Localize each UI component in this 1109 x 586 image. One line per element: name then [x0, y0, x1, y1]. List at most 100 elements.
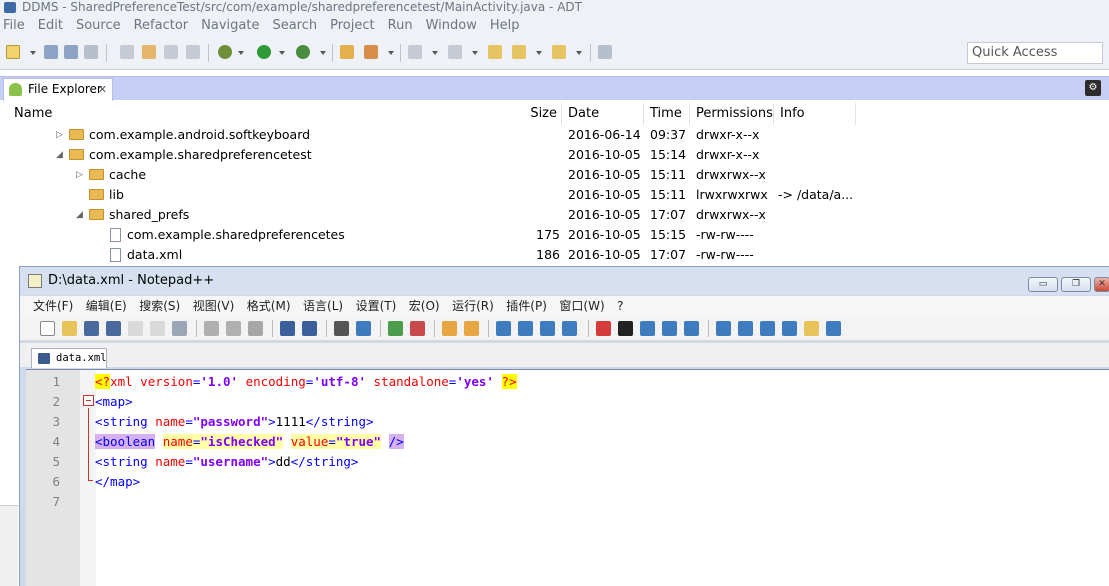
file-tree-row[interactable]: ◢ shared_prefs 2016-10-05 17:07 drwxrwx--x	[0, 205, 1109, 225]
code-line[interactable]: 6 </map>	[26, 472, 1109, 492]
search-dropdown-arrow-icon[interactable]	[388, 51, 394, 55]
wand-icon[interactable]	[142, 45, 156, 59]
zoom-out-icon[interactable]	[410, 321, 425, 336]
stop-macro-icon[interactable]	[618, 321, 633, 336]
print-icon[interactable]	[172, 321, 187, 336]
down-icon[interactable]	[760, 321, 775, 336]
annotation-next-arrow-icon[interactable]	[432, 51, 438, 55]
run-icon[interactable]	[257, 45, 271, 59]
play-macro-icon[interactable]	[640, 321, 655, 336]
external-tools-icon[interactable]	[296, 45, 310, 59]
menu-item-navigate[interactable]: Navigate	[201, 16, 259, 36]
npp-menu-item-language[interactable]: 语言(L)	[303, 296, 343, 316]
npp-menu-item-search[interactable]: 搜索(S)	[139, 296, 180, 316]
expand-toggle-icon[interactable]: ◢	[56, 145, 63, 165]
debug-icon[interactable]	[218, 45, 232, 59]
forward-dropdown-arrow-icon[interactable]	[576, 51, 582, 55]
find-icon[interactable]	[334, 321, 349, 336]
save-icon[interactable]	[44, 45, 58, 59]
perspective-icon[interactable]	[598, 45, 612, 59]
file-explorer-tab[interactable]: File Explorer ✕	[3, 78, 113, 101]
debug-dropdown-arrow-icon[interactable]	[238, 51, 244, 55]
folder-workspace-icon[interactable]	[804, 321, 819, 336]
menu-item-help[interactable]: Help	[490, 16, 520, 36]
annotation-prev-arrow-icon[interactable]	[472, 51, 478, 55]
restore-button[interactable]: ❐	[1061, 277, 1091, 292]
close-window-button[interactable]: ✕	[1094, 277, 1109, 292]
npp-menu-item-view[interactable]: 视图(V)	[193, 296, 235, 316]
menu-item-window[interactable]: Window	[426, 16, 477, 36]
play-multiple-icon[interactable]	[662, 321, 677, 336]
spell-check-icon[interactable]	[826, 321, 841, 336]
column-header-permissions[interactable]: Permissions	[690, 103, 774, 125]
column-header-time[interactable]: Time	[644, 103, 690, 125]
last-edit-icon[interactable]	[488, 45, 502, 59]
undo-icon[interactable]	[280, 321, 295, 336]
sync-vertical-icon[interactable]	[442, 321, 457, 336]
replace-icon[interactable]	[356, 321, 371, 336]
annotation-prev-icon[interactable]	[448, 45, 462, 59]
indent-guide-icon[interactable]	[540, 321, 555, 336]
save-icon[interactable]	[84, 321, 99, 336]
up-icon[interactable]	[738, 321, 753, 336]
file-tree-row[interactable]: ▷ cache 2016-10-05 15:11 drwxrwx--x	[0, 165, 1109, 185]
forward-icon[interactable]	[552, 45, 566, 59]
new-icon[interactable]	[6, 45, 20, 59]
save-all-icon[interactable]	[64, 45, 78, 59]
code-line[interactable]: 4 <boolean name="isChecked" value="true" …	[26, 432, 1109, 452]
menu-item-refactor[interactable]: Refactor	[134, 16, 189, 36]
cut-icon[interactable]	[204, 321, 219, 336]
external-tools-dropdown-arrow-icon[interactable]	[320, 51, 326, 55]
file-tree-row[interactable]: com.example.sharedpreferencetes 175 2016-1…	[0, 225, 1109, 245]
expand-toggle-icon[interactable]: ◢	[76, 205, 83, 225]
quick-access-input[interactable]: Quick Access	[967, 42, 1103, 64]
minimize-button[interactable]: ▭	[1028, 277, 1058, 292]
record-macro-icon[interactable]	[596, 321, 611, 336]
filter-icon[interactable]	[782, 321, 797, 336]
column-header-name[interactable]: Name Size	[0, 103, 562, 125]
npp-menu-item-help[interactable]: ?	[617, 296, 623, 316]
word-wrap-icon[interactable]	[496, 321, 511, 336]
tool-icon[interactable]	[120, 45, 134, 59]
npp-menu-item-window[interactable]: 窗口(W)	[559, 296, 604, 316]
menu-item-file[interactable]: File	[3, 16, 25, 36]
code-line[interactable]: 3 <string name="password">1111</string>	[26, 412, 1109, 432]
npp-menu-item-plugins[interactable]: 插件(P)	[506, 296, 547, 316]
menu-item-run[interactable]: Run	[388, 16, 413, 36]
open-type-icon[interactable]	[340, 45, 354, 59]
show-all-chars-icon[interactable]	[518, 321, 533, 336]
zoom-in-icon[interactable]	[388, 321, 403, 336]
npp-menu-item-file[interactable]: 文件(F)	[33, 296, 73, 316]
expand-toggle-icon[interactable]: ▷	[56, 125, 63, 145]
file-tab-data-xml[interactable]: data.xml	[31, 348, 107, 368]
paste-icon[interactable]	[248, 321, 263, 336]
new-dropdown-arrow-icon[interactable]	[30, 51, 36, 55]
npp-menu-item-edit[interactable]: 编辑(E)	[86, 296, 127, 316]
menu-item-project[interactable]: Project	[330, 16, 374, 36]
close-icon[interactable]: ✕	[98, 79, 107, 100]
file-tree-row[interactable]: ◢ com.example.sharedpreferencetest 2016-10…	[0, 145, 1109, 165]
expand-toggle-icon[interactable]: ▷	[76, 165, 83, 185]
file-tree-row[interactable]: lib 2016-10-05 15:11 lrwxrwxrwx -> /data/a..…	[0, 185, 1109, 205]
save-macro-icon[interactable]	[684, 321, 699, 336]
new-file-icon[interactable]	[40, 321, 55, 336]
run-dropdown-arrow-icon[interactable]	[279, 51, 285, 55]
npp-menu-item-settings[interactable]: 设置(T)	[356, 296, 397, 316]
column-header-date[interactable]: Date	[562, 103, 644, 125]
file-tree-row[interactable]: data.xml 186 2016-10-05 17:07 -rw-rw----	[0, 245, 1109, 265]
back-dropdown-arrow-icon[interactable]	[536, 51, 542, 55]
menu-item-edit[interactable]: Edit	[38, 16, 63, 36]
open-file-icon[interactable]	[62, 321, 77, 336]
menu-item-search[interactable]: Search	[272, 16, 317, 36]
file-tree-row[interactable]: ▷ com.example.android.softkeyboard 2016-06…	[0, 125, 1109, 145]
device-icon[interactable]	[164, 45, 178, 59]
npp-menu-item-run[interactable]: 运行(R)	[452, 296, 494, 316]
code-line[interactable]: 7	[26, 492, 1109, 512]
doc-map-icon[interactable]	[716, 321, 731, 336]
back-icon[interactable]	[512, 45, 526, 59]
user-lang-icon[interactable]	[562, 321, 577, 336]
code-editor[interactable]: 1 <?xml version='1.0' encoding='utf-8' st…	[26, 369, 1109, 586]
code-line[interactable]: 2 <map>	[26, 392, 1109, 412]
column-header-info[interactable]: Info	[774, 103, 856, 125]
search-icon[interactable]	[364, 45, 378, 59]
